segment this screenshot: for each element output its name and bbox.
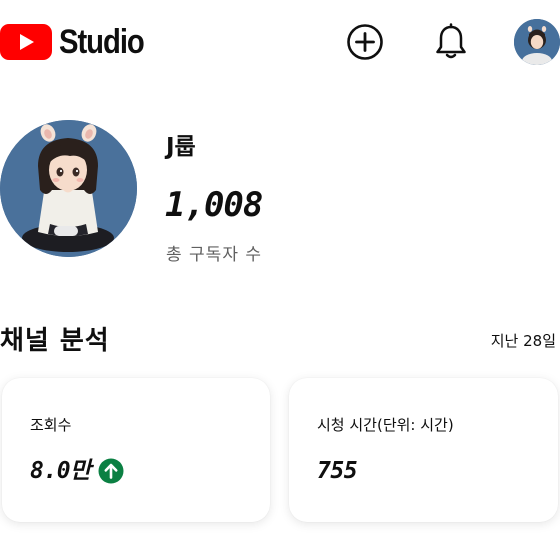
- youtube-logo-icon: [0, 24, 52, 60]
- channel-avatar-illustration: [0, 120, 137, 257]
- top-app-bar: Studio: [0, 0, 560, 84]
- avatar-illustration: [514, 19, 560, 65]
- analytics-title: 채널 분석: [0, 326, 110, 356]
- account-avatar[interactable]: [514, 19, 560, 65]
- logo-text: Studio: [59, 23, 145, 61]
- subscriber-count: 1,008: [165, 185, 263, 225]
- create-plus-icon: [347, 24, 383, 60]
- subscriber-label: 총 구독자 수: [166, 245, 263, 265]
- analytics-period: 지난 28일: [490, 332, 556, 350]
- views-value: 8.0만: [30, 458, 91, 484]
- watch-time-card[interactable]: 시청 시간(단위: 시간) 755: [289, 378, 558, 522]
- watch-time-value-row: 755: [317, 456, 358, 486]
- views-value-row: 8.0만: [30, 456, 124, 486]
- channel-avatar[interactable]: [0, 120, 137, 257]
- views-label: 조회수: [30, 416, 72, 434]
- watch-time-value: 755: [317, 458, 358, 484]
- studio-logo[interactable]: Studio: [0, 22, 158, 62]
- notifications-button[interactable]: [429, 20, 473, 64]
- views-card[interactable]: 조회수 8.0만: [2, 378, 270, 522]
- watch-time-label: 시청 시간(단위: 시간): [317, 416, 454, 434]
- trend-up-icon: [98, 458, 124, 484]
- channel-name: J룹: [166, 134, 196, 160]
- bell-icon: [436, 23, 466, 59]
- create-button[interactable]: [343, 20, 387, 64]
